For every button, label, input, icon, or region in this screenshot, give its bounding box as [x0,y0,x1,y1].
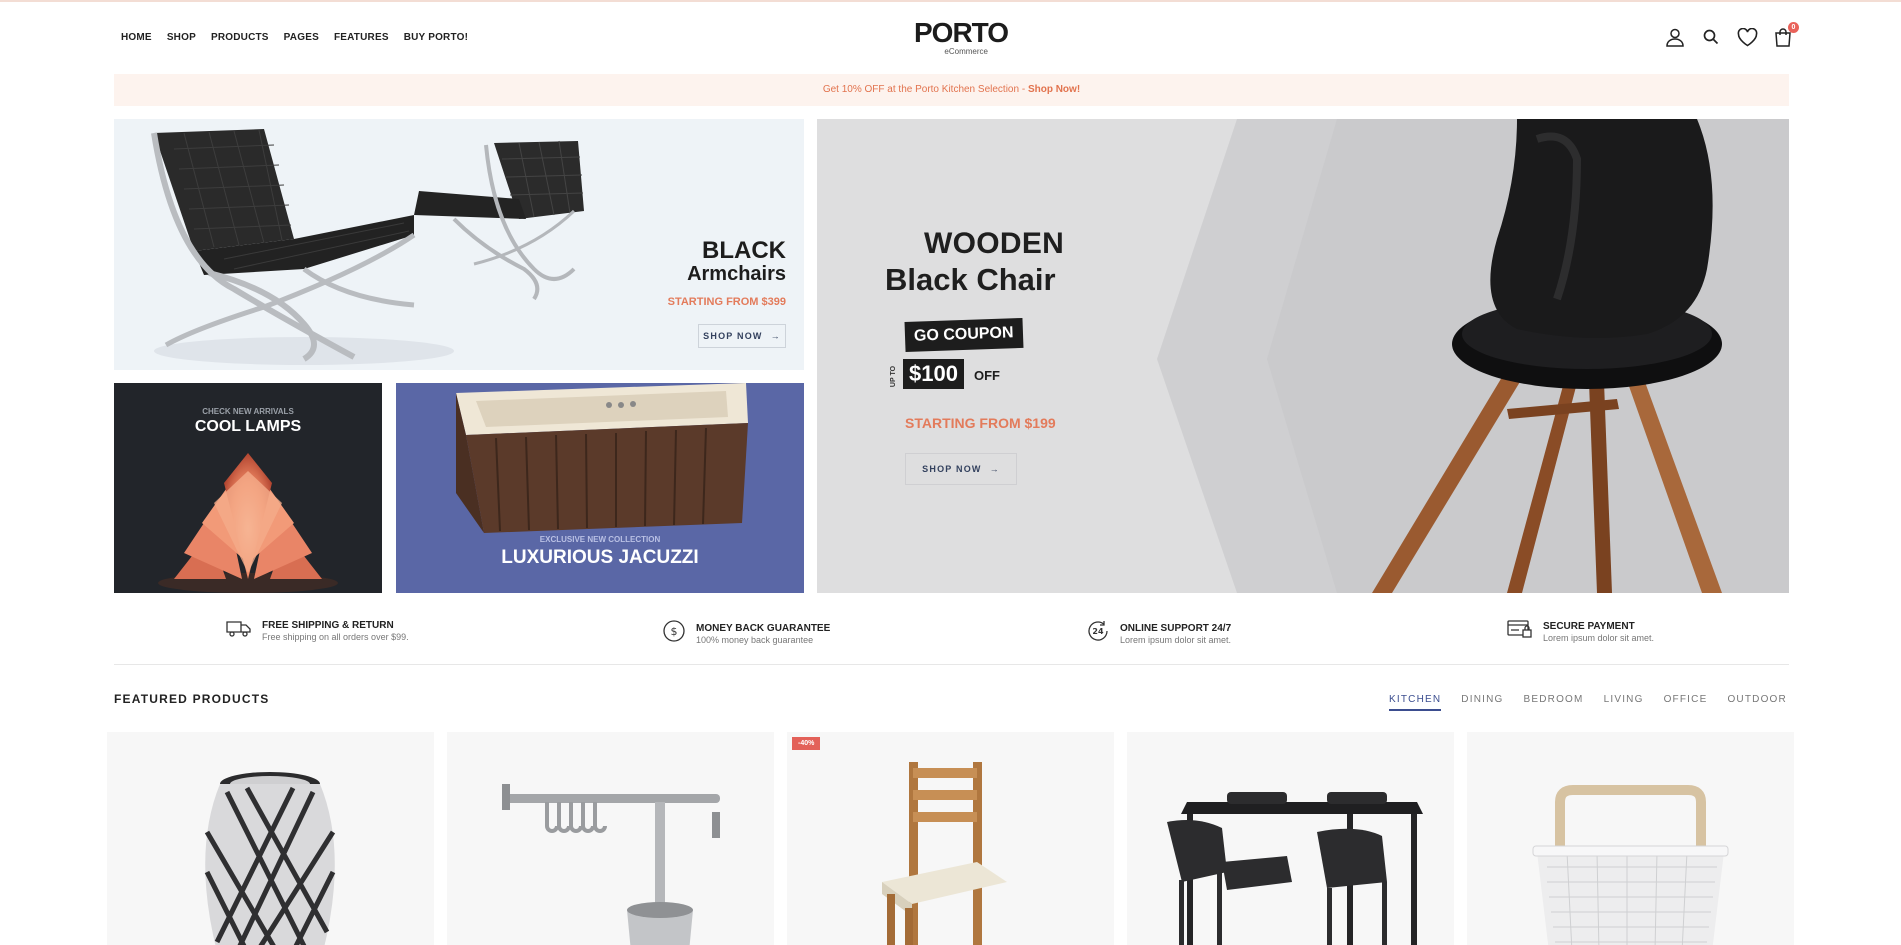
chair-price: STARTING FROM $199 [905,415,1056,431]
service-title: MONEY BACK GUARANTEE [696,622,831,634]
utensil-rail-image [502,784,720,945]
featured-products-title: FEATURED PRODUCTS [114,692,270,706]
jacuzzi-title: LUXURIOUS JACUZZI [501,547,699,568]
sale-badge: -40% [792,737,821,750]
chair-shop-now-button[interactable]: SHOP NOW → [905,453,1017,485]
product-card-utensil-rail[interactable] [447,732,774,945]
service-desc: Lorem ipsum dolor sit amet. [1120,634,1232,645]
lotus-lamp-image [158,453,338,593]
go-coupon-label: GO COUPON [904,317,1024,353]
service-money-back: $ MONEY BACK GUARANTEE 100% money back gu… [662,619,830,648]
shop-now-label: SHOP NOW [703,331,763,341]
up-to-label: UP TO [890,365,898,388]
logo-subtitle: eCommerce [944,47,988,56]
dining-set-image [1167,792,1423,945]
armchairs-title-line2: Armchairs [687,263,786,285]
service-title: FREE SHIPPING & RETURN [262,619,394,631]
promo-text: Get 10% OFF at the Porto Kitchen Selecti… [822,84,1028,95]
banner-luxurious-jacuzzi[interactable]: EXCLUSIVE NEW COLLECTION LUXURIOUS JACUZ… [396,383,804,593]
truck-icon [226,619,252,642]
product-category-tabs: KITCHEN DINING BEDROOM LIVING OFFICE OUT… [1389,694,1787,711]
jacuzzi-subtitle: EXCLUSIVE NEW COLLECTION [539,535,661,544]
svg-text:$: $ [671,625,678,638]
header-actions: 0 [1664,22,1799,48]
armchairs-price: STARTING FROM $399 [667,296,786,308]
promo-bar: Get 10% OFF at the Porto Kitchen Selecti… [114,74,1789,106]
nav-shop[interactable]: SHOP [167,32,196,43]
service-secure-payment: SECURE PAYMENT Lorem ipsum dolor sit amet… [1507,619,1654,644]
nav-home[interactable]: HOME [121,32,152,43]
armchairs-title-line1: BLACK [702,237,786,264]
banner-cool-lamps[interactable]: CHECK NEW ARRIVALS COOL LAMPS [114,383,382,593]
banner-black-armchairs[interactable]: BLACK Armchairs STARTING FROM $399 SHOP … [114,119,804,370]
product-card-dining-set[interactable] [1127,732,1454,945]
secure-card-icon [1507,619,1533,644]
tab-kitchen[interactable]: KITCHEN [1389,694,1442,711]
shop-now-label: SHOP NOW [922,464,982,474]
tab-bedroom[interactable]: BEDROOM [1524,694,1584,711]
nav-buy-porto[interactable]: BUY PORTO! [404,32,468,43]
service-online-support: 24 ONLINE SUPPORT 24/7 Lorem ipsum dolor … [1086,619,1231,648]
armchairs-shop-now-button[interactable]: SHOP NOW → [698,324,786,348]
nav-features[interactable]: FEATURES [334,32,389,43]
cart-icon[interactable]: 0 [1772,22,1799,48]
lantern-image [204,772,336,945]
arrow-right-icon: → [770,331,781,341]
nav-products[interactable]: PRODUCTS [211,32,269,43]
user-icon[interactable] [1664,26,1686,48]
product-grid: -40% [107,732,1794,945]
service-title: SECURE PAYMENT [1543,620,1635,632]
arrow-right-icon: → [989,464,1000,474]
product-card-basket[interactable] [1467,732,1794,945]
dollar-icon: $ [662,619,686,648]
services-bar: FREE SHIPPING & RETURN Free shipping on a… [114,615,1789,665]
service-free-shipping: FREE SHIPPING & RETURN Free shipping on a… [226,619,409,642]
product-card-wooden-chair[interactable]: -40% [787,732,1114,945]
svg-text:24: 24 [1092,627,1104,636]
tab-office[interactable]: OFFICE [1664,694,1708,711]
logo-brand: PORTO [914,17,1009,48]
cart-count-badge: 0 [1788,22,1799,33]
basket-image [1532,785,1729,945]
support-24-icon: 24 [1086,619,1110,648]
service-desc: Free shipping on all orders over $99. [262,631,409,642]
service-title: ONLINE SUPPORT 24/7 [1120,622,1232,634]
service-desc: 100% money back guarantee [696,634,814,645]
banner-wooden-black-chair[interactable]: WOODEN Black Chair GO COUPON UP TO $100 … [817,119,1789,593]
wooden-chair-image [882,762,1007,945]
discount-off-label: OFF [974,368,1000,383]
discount-amount: $100 [903,359,964,389]
tab-outdoor[interactable]: OUTDOOR [1727,694,1787,711]
service-desc: Lorem ipsum dolor sit amet. [1543,632,1655,643]
black-chair-image [1157,119,1789,593]
promo-shop-now-link[interactable]: Shop Now! [1028,84,1080,95]
nav-pages[interactable]: PAGES [284,32,319,43]
tab-dining[interactable]: DINING [1461,694,1503,711]
product-card-lantern[interactable] [107,732,434,945]
site-logo[interactable]: PORTO eCommerce [914,17,1009,57]
tab-living[interactable]: LIVING [1604,694,1644,711]
search-icon[interactable] [1700,26,1722,48]
site-header: HOME SHOP PRODUCTS PAGES FEATURES BUY PO… [0,2,1901,74]
chair-title-line2: Black Chair [885,262,1056,297]
chair-title-line1: WOODEN [924,227,1065,260]
main-nav: HOME SHOP PRODUCTS PAGES FEATURES BUY PO… [121,32,483,43]
heart-icon[interactable] [1736,26,1758,48]
